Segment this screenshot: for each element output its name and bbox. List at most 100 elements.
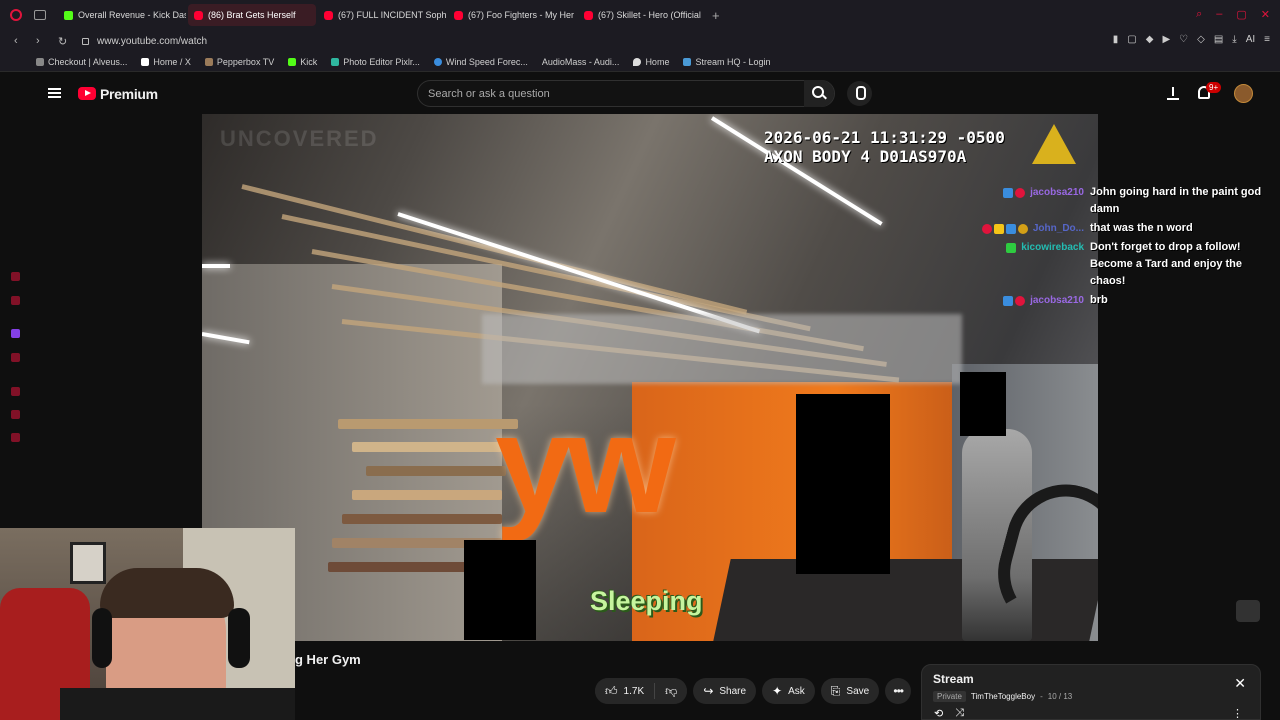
webcam-scene: [100, 568, 234, 618]
history-icon[interactable]: [11, 410, 20, 419]
chat-overlay: jacobsa210 John going hard in the paint …: [880, 184, 1270, 311]
minimize-icon[interactable]: –: [1216, 8, 1222, 21]
avatar[interactable]: [1234, 84, 1253, 103]
bookmark-item[interactable]: Checkout | Alveus...: [36, 57, 127, 67]
reload-icon[interactable]: ↻: [58, 35, 67, 48]
video-title: g Her Gym: [295, 652, 361, 667]
ask-button[interactable]: ✦ Ask: [762, 678, 815, 704]
bookmark-item[interactable]: Kick: [288, 57, 317, 67]
sidebar-app-icon[interactable]: [11, 272, 20, 281]
bookmark-label: Home / X: [153, 56, 191, 67]
youtube-brand[interactable]: Premium: [100, 86, 158, 102]
kebab-menu-icon[interactable]: ⋮: [1232, 707, 1243, 720]
badge-icon: [1005, 223, 1016, 234]
dislike-button[interactable]: 👎︎: [655, 678, 688, 704]
chat-username[interactable]: jacobsa210: [1030, 295, 1084, 306]
opera-logo-icon[interactable]: [10, 9, 22, 21]
new-tab-button[interactable]: +: [712, 8, 720, 23]
search-icon[interactable]: [804, 80, 834, 107]
bookmark-label: Photo Editor Pixlr...: [343, 56, 420, 67]
twitch-icon[interactable]: [11, 329, 20, 338]
microphone-icon[interactable]: [847, 81, 872, 106]
snapshot-icon[interactable]: ▢: [1127, 34, 1136, 45]
video-scene: [338, 419, 518, 429]
pepperbox-icon: [204, 57, 213, 66]
bookmark-item[interactable]: AudioMass - Audi...: [542, 57, 620, 67]
heart-icon[interactable]: ♡: [1179, 34, 1188, 45]
headphone-icon: [228, 608, 250, 668]
extensions-icon[interactable]: ◇: [1197, 34, 1205, 45]
settings-icon[interactable]: [11, 433, 20, 442]
wallet-icon[interactable]: ▤: [1214, 34, 1223, 45]
save-button[interactable]: ⎘ Save: [820, 678, 880, 704]
bookmark-item[interactable]: Photo Editor Pixlr...: [331, 57, 420, 67]
search-tabs-icon[interactable]: ⌕: [1196, 8, 1202, 21]
bookmark-label: Wind Speed Forec...: [445, 56, 528, 67]
playlist-position: 10 / 13: [1047, 692, 1073, 701]
maximize-icon[interactable]: ▢: [1236, 8, 1246, 21]
browser-tab[interactable]: Overall Revenue - Kick Das: [58, 4, 186, 26]
loop-icon[interactable]: ⟲: [934, 707, 943, 720]
webcam-scene: [70, 542, 106, 584]
bookmark-item[interactable]: Stream HQ - Login: [683, 57, 770, 67]
menu-icon[interactable]: ≡: [1264, 34, 1270, 45]
video-watermark: UNCOVERED: [220, 126, 379, 151]
headphone-icon: [92, 608, 112, 668]
blurred-region: [482, 314, 962, 384]
video-scene: [342, 514, 502, 524]
chat-username[interactable]: John_Do...: [1033, 223, 1084, 234]
channel-watermark-icon[interactable]: [1236, 600, 1260, 622]
axon-logo-icon: [1032, 124, 1076, 164]
url-field[interactable]: www.youtube.com/watch: [97, 36, 207, 47]
hamburger-menu-icon[interactable]: [48, 88, 61, 98]
chat-username[interactable]: kicowireback: [1021, 242, 1084, 253]
sidebar-app-icon[interactable]: [11, 387, 20, 396]
bookmark-item[interactable]: Home / X: [141, 57, 191, 67]
video-scene: [202, 264, 230, 268]
browser-tab[interactable]: (67) Foo Fighters - My Her: [448, 4, 576, 26]
like-button[interactable]: 👍︎ 1.7K: [595, 678, 655, 704]
badge-icon: [1006, 242, 1017, 253]
playlist-owner[interactable]: TimTheToggleBoy: [971, 692, 1035, 701]
gym-logo: yw: [495, 385, 676, 542]
browser-tab-active[interactable]: (86) Brat Gets Herself: [188, 4, 316, 26]
create-upload-icon[interactable]: [1167, 86, 1179, 100]
search-box[interactable]: [417, 80, 835, 107]
bookmark-item[interactable]: Home: [633, 57, 669, 67]
shield-icon[interactable]: ◆: [1146, 34, 1154, 45]
youtube-icon: [584, 10, 593, 20]
bodycam-device: AXON BODY 4 D01AS970A: [764, 147, 967, 166]
bookmark-item[interactable]: Pepperbox TV: [204, 57, 274, 67]
bookmark-icon[interactable]: ▮: [1113, 34, 1119, 45]
close-icon[interactable]: ✕: [1234, 675, 1246, 692]
badge-icon: [1015, 187, 1026, 198]
lock-icon[interactable]: [82, 37, 89, 45]
back-icon[interactable]: ‹: [14, 35, 22, 47]
more-actions-icon[interactable]: •••: [885, 678, 912, 704]
chat-username[interactable]: jacobsa210: [1030, 187, 1084, 198]
badge-icon: [1003, 187, 1014, 198]
browser-tab-label: (67) Skillet - Hero (Official: [598, 10, 701, 20]
shuffle-icon[interactable]: ⤨: [955, 707, 964, 720]
sidebar-app-icon[interactable]: [11, 296, 20, 305]
browser-tab[interactable]: (67) Skillet - Hero (Official: [578, 4, 706, 26]
censor-box: [796, 394, 890, 574]
bookmark-item[interactable]: Wind Speed Forec...: [433, 56, 528, 67]
youtube-logo-icon[interactable]: [78, 87, 96, 100]
tab-list-icon[interactable]: [34, 10, 46, 20]
bookmark-label: Kick: [300, 56, 318, 67]
ai-button[interactable]: AI: [1246, 34, 1255, 45]
playlist-title[interactable]: Stream: [933, 672, 974, 686]
action-row: 👍︎ 1.7K 👎︎ ↪ Share ✦ Ask ⎘ Save •••: [595, 678, 912, 704]
close-window-icon[interactable]: ✕: [1261, 8, 1270, 21]
share-button[interactable]: ↪ Share: [693, 678, 757, 704]
forward-icon[interactable]: ›: [36, 35, 44, 47]
download-icon[interactable]: ⤓: [1232, 34, 1236, 45]
sidebar-app-icon[interactable]: [11, 353, 20, 362]
player-icon[interactable]: ▶: [1162, 34, 1170, 45]
censor-box: [960, 372, 1006, 436]
like-count: 1.7K: [623, 685, 645, 697]
browser-tab[interactable]: (67) FULL INCIDENT Soph: [318, 4, 446, 26]
search-input[interactable]: [428, 88, 788, 100]
badge-icon: [1015, 295, 1026, 306]
